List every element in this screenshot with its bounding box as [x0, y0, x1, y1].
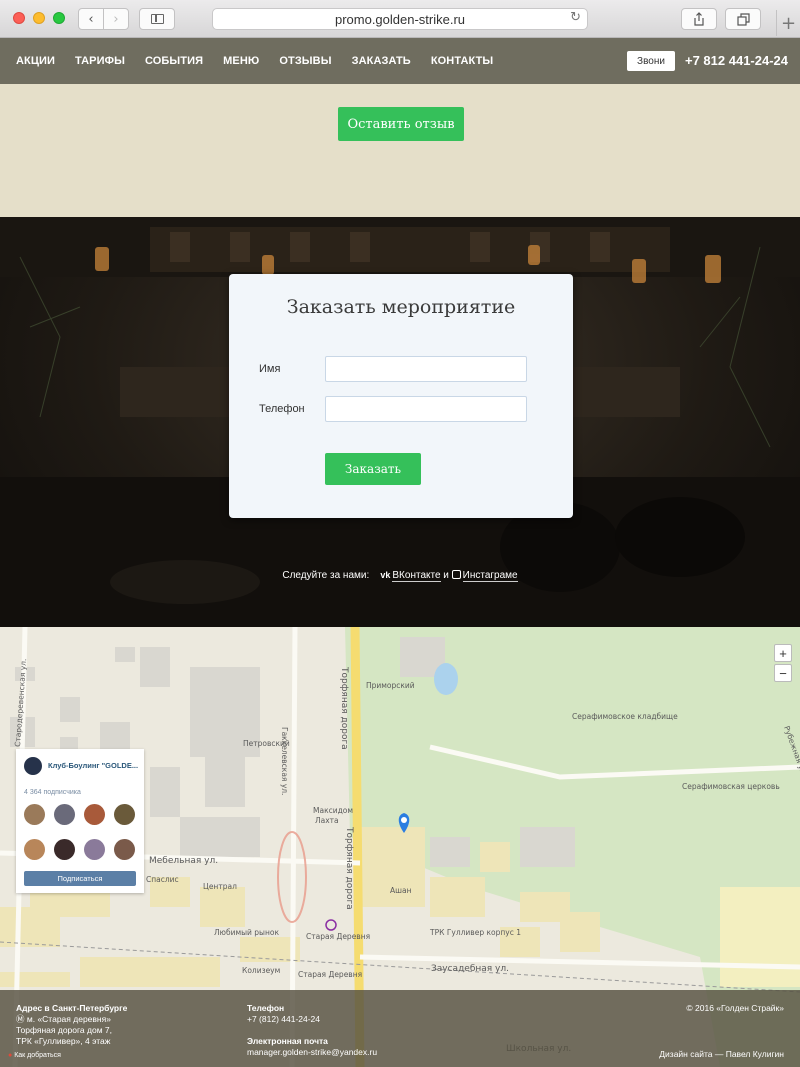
name-label: Имя	[259, 363, 281, 375]
metro-icon: Ⓜ	[16, 1014, 27, 1024]
member-avatar[interactable]	[24, 804, 45, 825]
menu-item-reviews[interactable]: ОТЗЫВЫ	[279, 55, 331, 67]
member-avatar[interactable]	[54, 804, 75, 825]
menu-item-events[interactable]: СОБЫТИЯ	[145, 55, 203, 67]
svg-text:Максидом: Максидом	[313, 806, 353, 815]
svg-text:Торфяная дорога: Торфяная дорога	[339, 666, 349, 750]
svg-text:Старая Деревня: Старая Деревня	[306, 932, 370, 941]
order-form-card: Заказать мероприятие Имя Телефон Заказат…	[229, 274, 573, 518]
phone-field[interactable]	[325, 396, 527, 422]
member-avatar[interactable]	[54, 839, 75, 860]
review-section: Оставить отзыв	[0, 84, 800, 217]
subscribe-button[interactable]: Подписаться	[24, 871, 136, 886]
menu-item-order[interactable]: ЗАКАЗАТЬ	[352, 55, 411, 67]
follow-and: и	[443, 570, 449, 581]
footer-phone[interactable]: +7 (812) 441-24-24	[247, 1014, 320, 1025]
zoom-in-button[interactable]: +	[774, 644, 792, 662]
member-avatar[interactable]	[84, 839, 105, 860]
svg-text:Серафимовская церковь: Серафимовская церковь	[682, 782, 780, 791]
member-avatar[interactable]	[24, 839, 45, 860]
instagram-link[interactable]: Инстаграме	[462, 570, 518, 582]
browser-toolbar: ‹ › promo.golden-strike.ru ↻ +	[0, 0, 800, 38]
close-window-button[interactable]	[13, 12, 25, 24]
svg-text:Спаслис: Спаслис	[146, 875, 179, 884]
phone-label: Телефон	[259, 403, 305, 415]
tab-overview-button[interactable]	[725, 8, 761, 30]
sidebar-icon	[151, 14, 164, 24]
address-bar[interactable]: promo.golden-strike.ru ↻	[212, 8, 588, 30]
site-navigation: АКЦИИ ТАРИФЫ СОБЫТИЯ МЕНЮ ОТЗЫВЫ ЗАКАЗАТ…	[0, 38, 800, 84]
directions-link[interactable]: Как добраться	[14, 1052, 61, 1059]
instagram-icon	[451, 570, 461, 579]
copyright: © 2016 «Голден Страйк»	[686, 1003, 784, 1013]
svg-text:Лахта: Лахта	[315, 816, 339, 825]
chevron-left-icon: ‹	[88, 11, 94, 27]
menu-item-rates[interactable]: ТАРИФЫ	[75, 55, 125, 67]
address-building: ТРК «Гулливер», 4 этаж	[16, 1036, 111, 1046]
address-street: Торфяная дорога дом 7,	[16, 1025, 112, 1035]
zoom-out-button[interactable]: −	[774, 664, 792, 682]
vk-icon: vk	[380, 570, 391, 580]
address-title: Адрес в Санкт-Петербурге	[16, 1003, 128, 1013]
order-form-title: Заказать мероприятие	[286, 296, 516, 318]
leave-review-button[interactable]: Оставить отзыв	[338, 107, 464, 141]
sidebar-toggle-button[interactable]	[139, 8, 175, 30]
call-button[interactable]: Звони	[627, 51, 675, 71]
phone-title: Телефон	[247, 1003, 285, 1013]
menu-item-contacts[interactable]: КОНТАКТЫ	[431, 55, 493, 67]
group-name[interactable]: Клуб-Боулинг "GOLDE...	[48, 761, 140, 770]
chevron-right-icon: ›	[113, 11, 119, 27]
svg-text:ТРК Гулливер корпус 1: ТРК Гулливер корпус 1	[429, 928, 521, 937]
member-avatar[interactable]	[114, 804, 135, 825]
member-avatar[interactable]	[84, 804, 105, 825]
address-metro: м. «Старая деревня»	[26, 1014, 111, 1024]
main-menu: АКЦИИ ТАРИФЫ СОБЫТИЯ МЕНЮ ОТЗЫВЫ ЗАКАЗАТ…	[16, 38, 513, 84]
url-text: promo.golden-strike.ru	[334, 11, 466, 27]
subscriber-count: 4 364 подписчика	[24, 789, 81, 796]
minimize-window-button[interactable]	[33, 12, 45, 24]
vk-group-widget: Клуб-Боулинг "GOLDE... 4 364 подписчика …	[16, 749, 144, 893]
svg-text:Централ: Централ	[203, 882, 237, 891]
location-pin-icon: ●	[8, 1052, 13, 1059]
svg-text:Приморский: Приморский	[366, 681, 415, 690]
svg-text:Заусадебная ул.: Заусадебная ул.	[431, 964, 509, 974]
member-avatar[interactable]	[114, 839, 135, 860]
fullscreen-window-button[interactable]	[53, 12, 65, 24]
share-icon	[694, 12, 704, 26]
follow-label: Следуйте за нами:	[282, 570, 370, 581]
email-title: Электронная почта	[247, 1036, 328, 1046]
svg-text:Колизеум: Колизеум	[242, 966, 280, 975]
reload-icon[interactable]: ↻	[570, 10, 581, 25]
forward-button[interactable]: ›	[103, 8, 129, 30]
footer-email[interactable]: manager.golden-strike@yandex.ru	[247, 1047, 377, 1058]
svg-text:Гаккелевская ул.: Гаккелевская ул.	[280, 727, 289, 795]
svg-text:Торфяная дорога: Торфяная дорога	[344, 826, 354, 910]
menu-item-menu[interactable]: МЕНЮ	[223, 55, 259, 67]
site-footer: Адрес в Санкт-Петербурге Ⓜ м. «Старая де…	[0, 990, 800, 1067]
name-field[interactable]	[325, 356, 527, 382]
tabs-icon	[736, 12, 750, 26]
svg-text:Ашан: Ашан	[390, 886, 412, 895]
social-follow: Следуйте за нами: vk ВКонтакте и Инстагра…	[0, 570, 800, 582]
back-button[interactable]: ‹	[78, 8, 104, 30]
svg-text:Мебельная ул.: Мебельная ул.	[149, 856, 218, 866]
svg-text:Любимый рынок: Любимый рынок	[214, 928, 279, 937]
group-avatar[interactable]	[24, 757, 42, 775]
share-button[interactable]	[681, 8, 717, 30]
designer-credit[interactable]: Дизайн сайта — Павел Кулигин	[659, 1049, 784, 1060]
svg-text:Серафимовское кладбище: Серафимовское кладбище	[572, 712, 678, 721]
order-section: Заказать мероприятие Имя Телефон Заказат…	[0, 217, 800, 627]
svg-text:Старая Деревня: Старая Деревня	[298, 970, 362, 979]
new-tab-button[interactable]: +	[776, 10, 800, 36]
header-phone[interactable]: +7 812 441-24-24	[685, 51, 788, 71]
menu-item-promotions[interactable]: АКЦИИ	[16, 55, 55, 67]
order-submit-button[interactable]: Заказать	[325, 453, 421, 485]
plus-icon: +	[780, 12, 797, 34]
vk-link[interactable]: ВКонтакте	[392, 570, 441, 582]
